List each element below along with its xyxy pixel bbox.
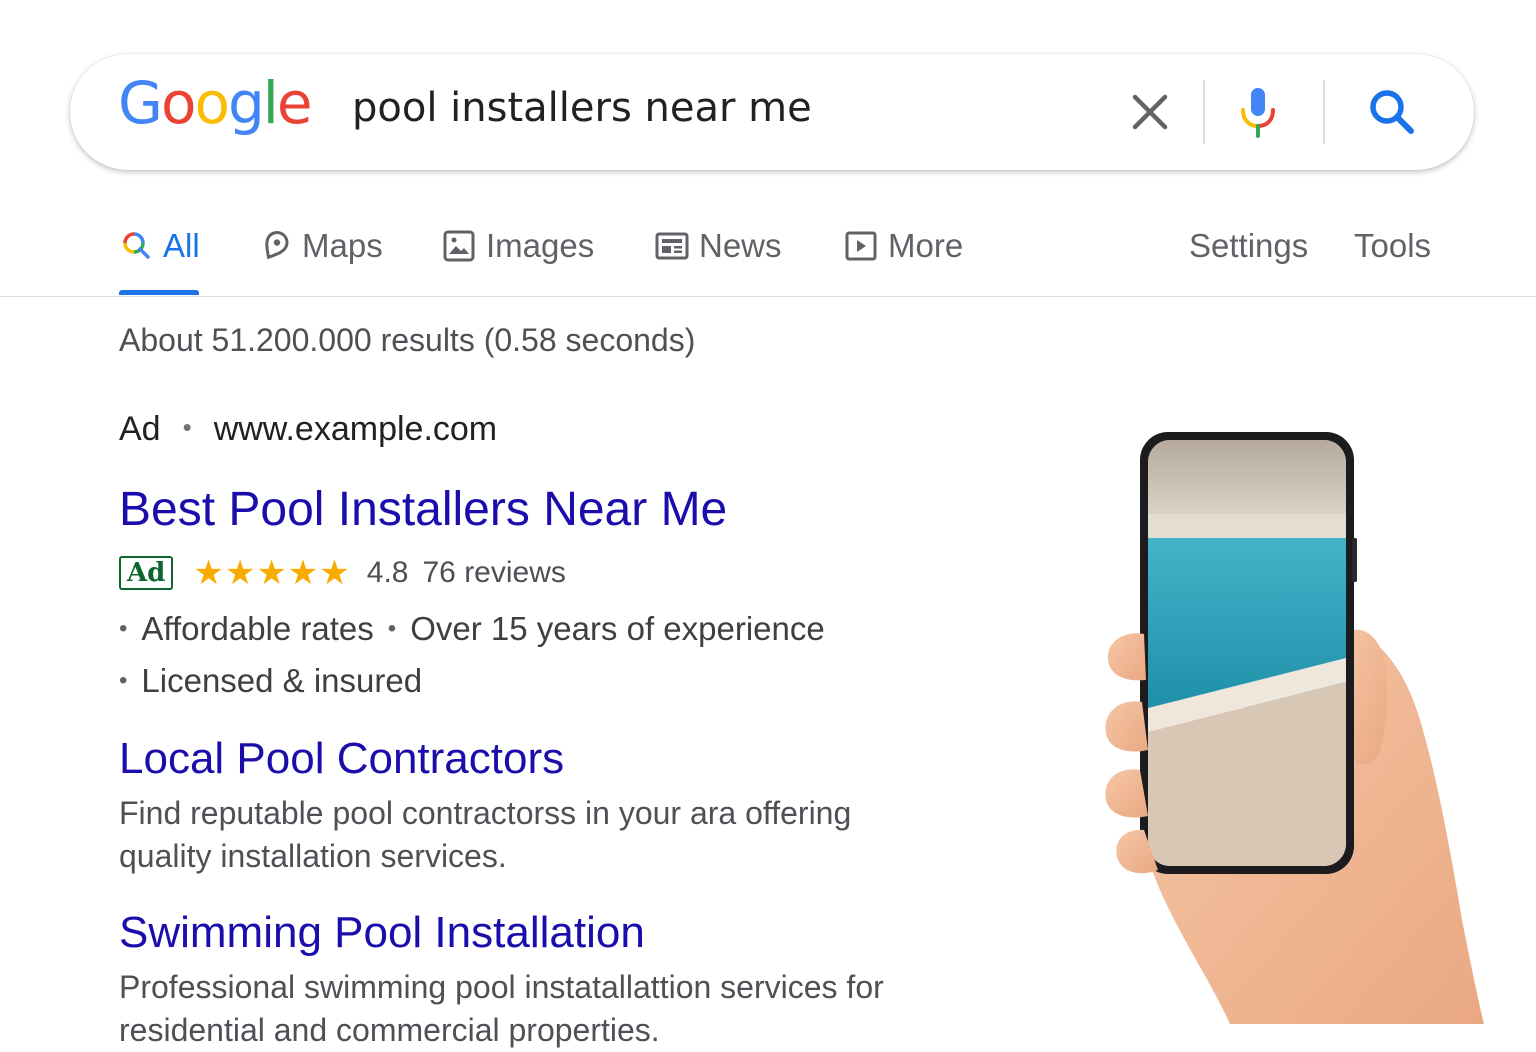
rating-value: 4.8 xyxy=(366,556,409,589)
tab-label: News xyxy=(699,227,782,264)
tab-settings[interactable]: Settings xyxy=(1189,222,1308,270)
multicolor-search-icon xyxy=(123,232,150,259)
tab-label: Settings xyxy=(1189,227,1309,264)
logo-letter: G xyxy=(118,69,163,137)
logo-letter: o xyxy=(194,69,229,137)
search-input[interactable]: pool installers near me xyxy=(352,86,812,130)
tab-label: Images xyxy=(486,227,595,264)
sitelink-snippet: Find reputable pool contractorss in your… xyxy=(119,795,852,874)
ad-label: Ad xyxy=(119,410,161,448)
ad-header: Ad • www.example.com xyxy=(119,410,497,449)
divider xyxy=(1203,80,1205,144)
clear-search-button[interactable] xyxy=(1126,88,1174,136)
ad-features-line: • Affordable rates • Over 15 years of exper… xyxy=(119,610,825,648)
active-tab-indicator xyxy=(119,290,199,295)
ad-title-link[interactable]: Best Pool Installers Near Me xyxy=(119,482,727,537)
search-icon xyxy=(1370,90,1414,134)
tab-all[interactable]: All xyxy=(119,222,200,270)
tab-label: More xyxy=(888,227,964,264)
sitelink-title[interactable]: Swimming Pool Installation xyxy=(119,908,645,958)
tab-tools[interactable]: Tools xyxy=(1354,222,1431,270)
logo-letter: g xyxy=(227,69,265,137)
tab-more[interactable]: More xyxy=(844,222,963,270)
tabs-divider xyxy=(0,296,1536,297)
close-icon xyxy=(1132,94,1168,130)
google-logo[interactable]: Google xyxy=(118,69,313,137)
microphone-icon xyxy=(1241,88,1275,138)
review-count[interactable]: 76 reviews xyxy=(422,556,565,590)
play-icon xyxy=(845,231,877,261)
ad-badge: Ad xyxy=(119,556,174,590)
separator-dot: • xyxy=(182,412,192,442)
phone-in-hand-image xyxy=(1105,432,1484,1024)
logo-letter: o xyxy=(160,69,196,137)
tab-maps[interactable]: Maps xyxy=(258,222,383,270)
tab-label: All xyxy=(163,227,200,264)
logo-letter: e xyxy=(276,69,313,137)
bullet-dot: • xyxy=(119,667,128,694)
sitelink-title[interactable]: Local Pool Contractors xyxy=(119,734,564,784)
star-rating-icon: ★★★★★ xyxy=(193,554,351,592)
feature-item: Licensed & insured xyxy=(141,662,423,699)
search-button[interactable] xyxy=(1366,86,1418,138)
rating-row: Ad ★★★★★ 4.8 76 reviews xyxy=(119,554,566,592)
tab-label: Tools xyxy=(1354,227,1432,264)
bullet-dot: • xyxy=(119,615,128,642)
image-icon xyxy=(443,230,475,262)
ad-url[interactable]: www.example.com xyxy=(214,410,497,448)
logo-letter: l xyxy=(262,69,279,137)
map-pin-icon xyxy=(265,231,289,260)
sitelink-snippet: Professional swimming pool instatallatti… xyxy=(119,969,884,1048)
feature-item: Over 15 years of experience xyxy=(410,610,825,647)
voice-search-button[interactable] xyxy=(1234,84,1282,140)
tab-news[interactable]: News xyxy=(655,222,782,270)
newspaper-icon xyxy=(655,232,689,260)
feature-item: Affordable rates xyxy=(141,610,374,647)
result-stats: About 51.200.000 results (0.58 seconds) xyxy=(119,322,696,358)
tab-label: Maps xyxy=(302,227,383,264)
tab-images[interactable]: Images xyxy=(442,222,594,270)
bullet-dot: • xyxy=(387,615,397,642)
divider xyxy=(1323,80,1325,144)
ad-features-line: • Licensed & insured xyxy=(119,662,422,700)
